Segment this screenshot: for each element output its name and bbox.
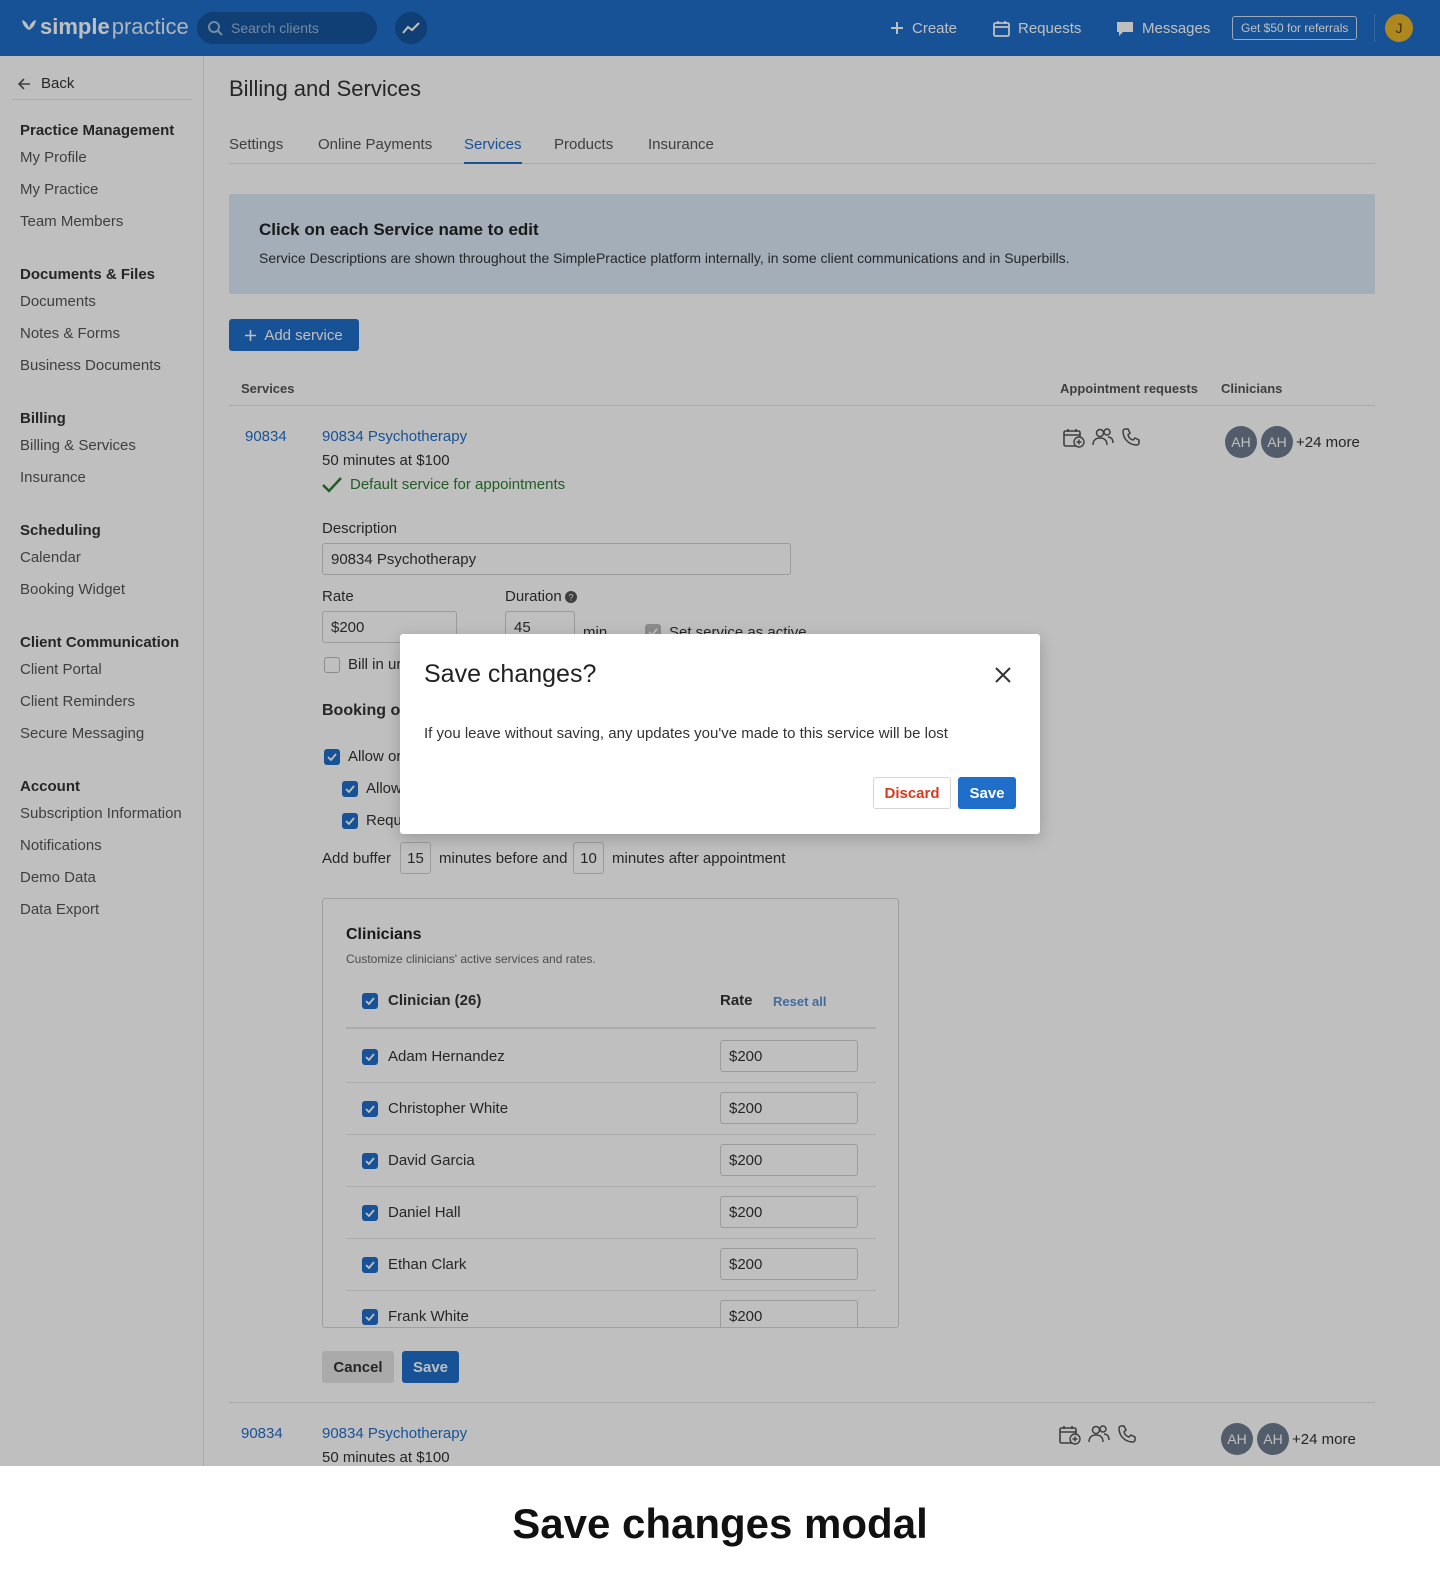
- close-icon: [995, 667, 1011, 683]
- caption: Save changes modal: [512, 1500, 928, 1547]
- discard-button[interactable]: Discard: [873, 777, 951, 809]
- modal-title: Save changes?: [424, 660, 597, 688]
- modal-save-button[interactable]: Save: [958, 777, 1016, 809]
- modal-body: If you leave without saving, any updates…: [424, 725, 948, 742]
- save-changes-modal: Save changes? If you leave without savin…: [400, 634, 1040, 834]
- app-window: simplepractice Create Requests Messages …: [0, 0, 1440, 1466]
- close-button[interactable]: [990, 662, 1016, 688]
